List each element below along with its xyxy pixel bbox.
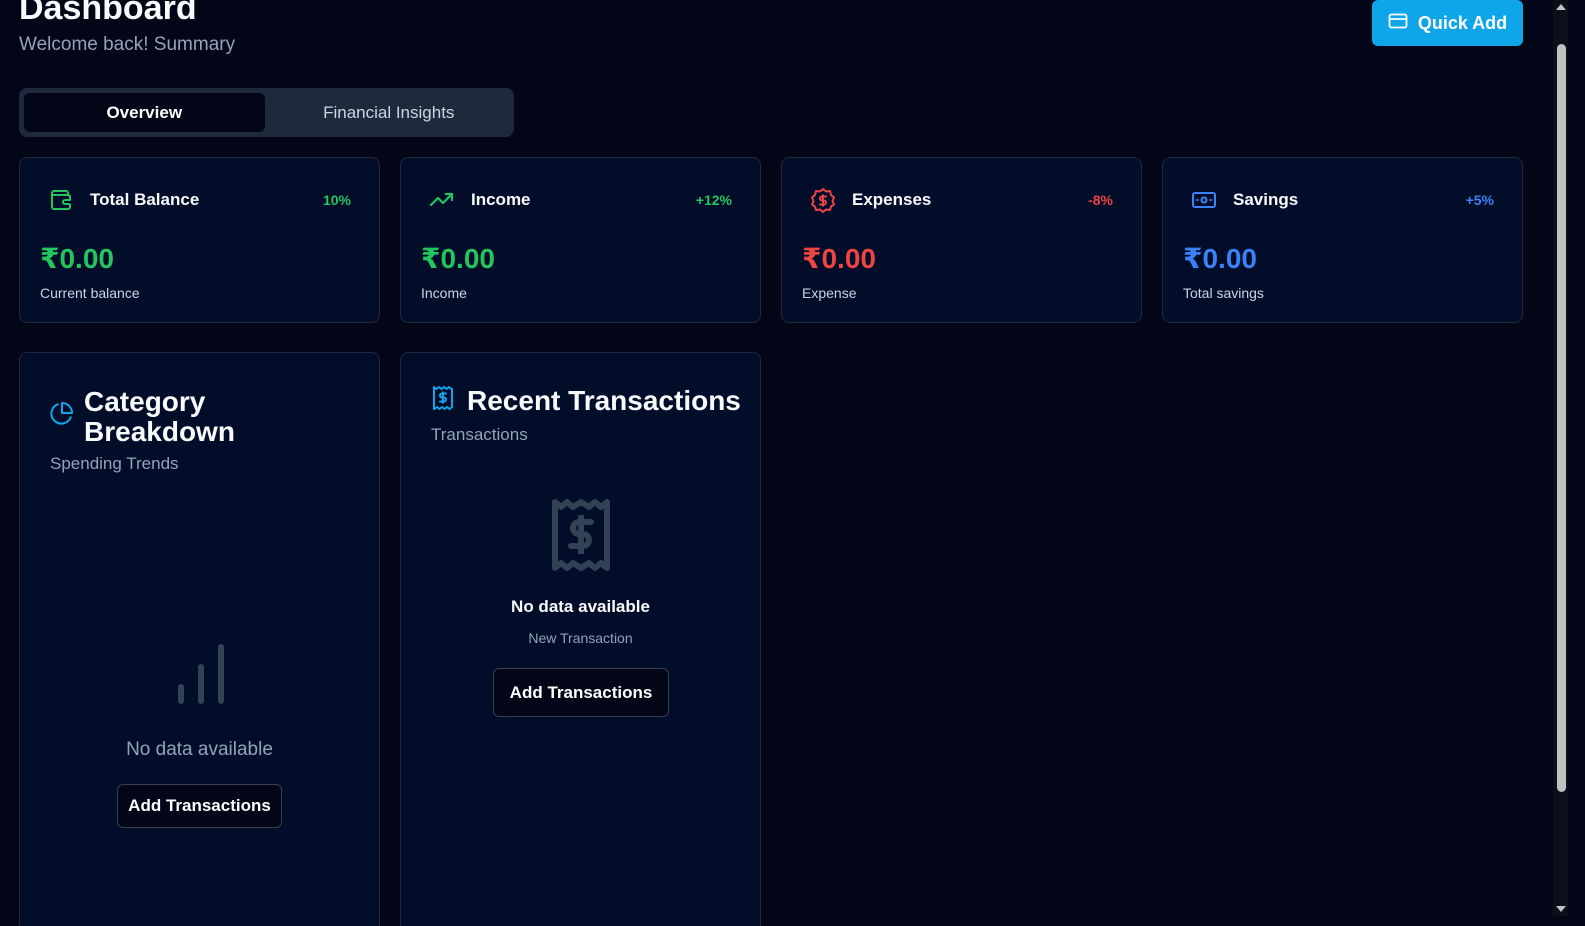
stat-card-expenses: Expenses -8% ₹0.00 Expense (781, 157, 1142, 323)
category-subtitle: Spending Trends (50, 454, 179, 473)
tab-financial-insights[interactable]: Financial Insights (269, 93, 510, 132)
stat-change: +12% (695, 192, 732, 208)
wallet-icon (48, 187, 74, 213)
add-transactions-button-recent[interactable]: Add Transactions (493, 668, 669, 717)
receipt-icon (431, 385, 455, 416)
recent-empty-subtitle: New Transaction (528, 630, 633, 646)
category-empty-text: No data available (126, 739, 273, 760)
banknote-icon (1191, 187, 1217, 213)
stat-value: ₹0.00 (421, 243, 495, 274)
recent-transactions-card: Recent Transactions Transactions No data… (400, 352, 761, 926)
dashboard-page: Dashboard Welcome back! Summary Quick Ad… (0, 0, 1585, 926)
stat-value: ₹0.00 (1183, 243, 1257, 274)
stat-label: Savings (1233, 190, 1299, 209)
credit-card-icon (1388, 12, 1408, 35)
view-tabs: Overview Financial Insights (19, 88, 514, 137)
stat-description: Income (421, 285, 467, 301)
vertical-scrollbar[interactable] (1553, 0, 1568, 916)
stat-description: Expense (802, 285, 857, 301)
stat-change: +5% (1465, 192, 1494, 208)
category-breakdown-card: Category Breakdown Spending Trends No da… (19, 352, 380, 926)
stat-description: Current balance (40, 285, 140, 301)
stat-card-income: Income +12% ₹0.00 Income (400, 157, 761, 323)
stat-value: ₹0.00 (40, 243, 114, 274)
bar-chart-icon (175, 643, 227, 712)
page-title: Dashboard (19, 0, 197, 27)
stat-card-total-balance: Total Balance 10% ₹0.00 Current balance (19, 157, 380, 323)
scroll-up-arrow-icon[interactable] (1556, 4, 1566, 10)
trending-up-icon (429, 187, 455, 213)
stat-change: 10% (322, 192, 351, 208)
stat-label: Expenses (852, 190, 932, 209)
stat-card-savings: Savings +5% ₹0.00 Total savings (1162, 157, 1523, 323)
quick-add-button[interactable]: Quick Add (1372, 0, 1523, 46)
scroll-thumb[interactable] (1557, 44, 1566, 792)
add-transactions-button[interactable]: Add Transactions (117, 784, 282, 828)
stat-change: -8% (1088, 192, 1113, 208)
stat-label: Total Balance (90, 190, 200, 209)
dollar-circle-icon (810, 187, 836, 213)
stat-value: ₹0.00 (802, 243, 876, 274)
stat-description: Total savings (1183, 285, 1264, 301)
quick-add-label: Quick Add (1417, 12, 1508, 33)
add-transactions-label: Add Transactions (509, 682, 653, 702)
recent-transactions-subtitle: Transactions (431, 425, 528, 444)
add-transactions-label: Add Transactions (128, 796, 271, 815)
category-title-line2: Breakdown (84, 416, 235, 447)
pie-chart-icon (50, 401, 74, 430)
recent-transactions-title: Recent Transactions (467, 384, 741, 416)
tab-overview[interactable]: Overview (24, 93, 265, 132)
page-subtitle: Welcome back! Summary (19, 34, 236, 55)
category-title-line1: Category (84, 386, 206, 417)
scroll-down-arrow-icon[interactable] (1556, 906, 1566, 912)
stat-label: Income (471, 190, 531, 209)
recent-empty-title: No data available (511, 597, 650, 616)
receipt-empty-icon (551, 498, 611, 577)
